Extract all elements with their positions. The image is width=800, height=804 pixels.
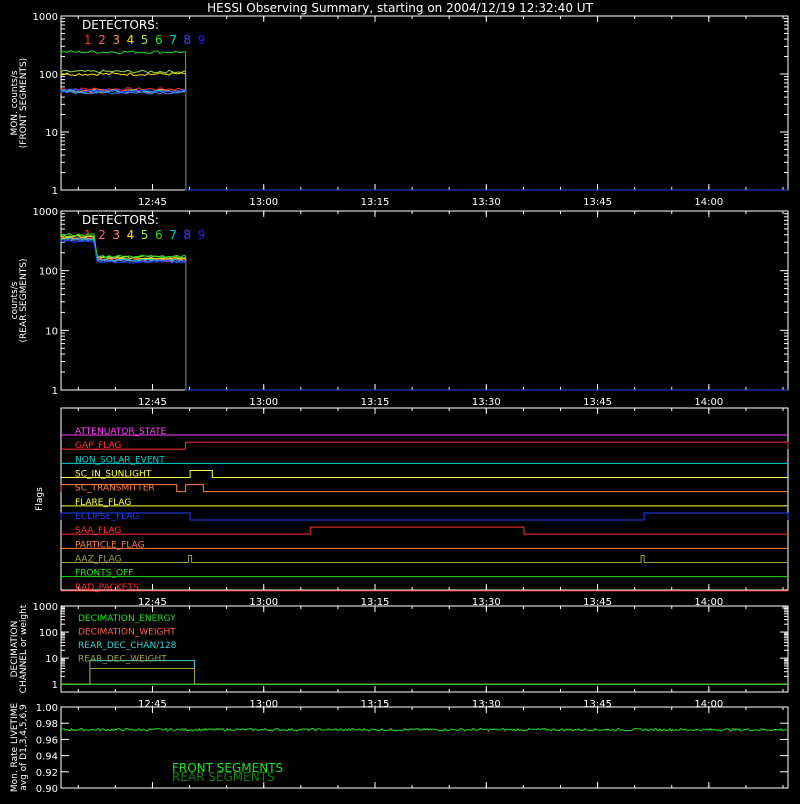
livetime-panel-ytick-label: 0.92: [36, 768, 58, 779]
front-panel-xtick-label: 12:45: [138, 197, 167, 208]
front-series-det-4: [60, 72, 788, 191]
front-panel-detector-number: 1: [84, 33, 92, 47]
rear-series-det-3: [60, 235, 788, 391]
front-series-det-5: [60, 69, 788, 191]
rear-panel-detector-number: 3: [112, 228, 120, 242]
flag-line-sc_transmitter: [60, 484, 788, 493]
flag-line-saa_flag: [61, 526, 788, 535]
rear-panel-detector-number: 7: [169, 228, 177, 242]
livetime-panel-ytick-label: 1.00: [36, 703, 58, 714]
front-panel-detector-number: 2: [98, 33, 106, 47]
decimation-panel-ytick-label: 1: [52, 680, 58, 691]
flag-label-gap_flag: GAP_FLAG: [75, 441, 121, 451]
front-panel-detector-number: 4: [127, 33, 135, 47]
rear-series-det-9: [60, 239, 788, 391]
front-panel-ytick-label: 1000: [33, 12, 58, 23]
front-panel-detectors-label: DETECTORS:: [82, 18, 159, 32]
front-panel-detector-number: 6: [155, 33, 163, 47]
flag-label-sc_transmitter: SC_TRANSMITTER: [75, 484, 155, 494]
front-panel-xtick-label: 13:45: [583, 197, 612, 208]
decimation-panel-ytick-label: 100: [39, 628, 58, 639]
decimation-panel-ytick-label: 10: [45, 654, 58, 665]
rear-panel-xtick-label: 14:00: [694, 397, 723, 408]
flags-panel-ylabel: Flags: [35, 487, 45, 511]
front-series-det-9: [60, 88, 788, 191]
front-series-det-6: [60, 50, 788, 191]
rear-panel-xtick-label: 13:45: [583, 397, 612, 408]
flag-label-eclipse_flag: ECLIPSE_FLAG: [75, 512, 139, 522]
front-panel-ylabel: (FRONT SEGMENTS): [19, 58, 29, 148]
flag-label-aaz_flag: AAZ_FLAG: [75, 555, 122, 565]
front-panel-detector-number: 3: [112, 33, 120, 47]
livetime-legend-rear-segments: REAR SEGMENTS: [172, 770, 275, 784]
rear-panel-xtick-label: 13:15: [361, 397, 390, 408]
flag-line-gap_flag: [61, 441, 789, 450]
flag-line-eclipse_flag: [60, 512, 789, 521]
front-series-det-1: [60, 87, 788, 191]
flag-label-non_solar_event: NON_SOLAR_EVENT: [75, 455, 165, 465]
livetime-panel-frame: [60, 706, 789, 789]
front-panel-xtick-label: 13:30: [472, 197, 501, 208]
decimation-series-rear-dec-chan-128: [61, 660, 788, 685]
front-panel-xtick-label: 13:15: [361, 197, 390, 208]
decimation-legend-decimation-energy: DECIMATION_ENERGY: [78, 614, 176, 624]
flag-line-sc_in_sunlight: [61, 470, 788, 478]
rear-panel-xtick-label: 12:45: [138, 397, 167, 408]
front-panel-ytick-label: 100: [39, 70, 58, 81]
decimation-legend-rear-dec-chan-128: REAR_DEC_CHAN/128: [78, 641, 177, 651]
front-series-det-2: [60, 89, 788, 191]
front-panel-detector-number: 7: [169, 33, 177, 47]
decimation-series-rear-dec-weight: [61, 668, 788, 685]
rear-panel-detector-number: 8: [183, 228, 191, 242]
front-panel-ytick-label: 10: [45, 128, 58, 139]
decimation-legend-rear-dec-weight: REAR_DEC_WEIGHT: [78, 655, 167, 665]
rear-panel-ytick-label: 1000: [33, 207, 58, 218]
livetime-panel-ytick-label: 0.94: [36, 752, 58, 763]
livetime-series-front: [60, 727, 787, 732]
livetime-panel-ylabel: avg of D1,3,4,5,6,9: [19, 704, 29, 791]
front-panel-detector-number: 9: [198, 33, 206, 47]
rear-panel-detector-number: 2: [98, 228, 106, 242]
rear-series-det-4: [60, 234, 788, 391]
front-series-det-7: [60, 89, 788, 191]
front-panel-detector-number: 8: [183, 33, 191, 47]
rear-panel-detector-number: 9: [198, 228, 206, 242]
livetime-panel-ytick-label: 0.98: [36, 719, 58, 730]
front-panel-xtick-label: 14:00: [694, 197, 723, 208]
front-series-det-3: [60, 88, 788, 191]
observing-summary-figure: HESSI Observing Summary, starting on 200…: [0, 0, 800, 800]
front-panel-detector-number: 5: [141, 33, 149, 47]
rear-panel-detector-number: 4: [127, 228, 135, 242]
rear-panel-xtick-label: 13:30: [472, 397, 501, 408]
figure-title: HESSI Observing Summary, starting on 200…: [207, 1, 593, 15]
front-panel-ytick-label: 1: [52, 186, 58, 197]
decimation-legend-decimation-weight: DECIMATION_WEIGHT: [78, 628, 176, 638]
rear-panel-xtick-label: 13:00: [249, 397, 278, 408]
flag-label-flare_flag: FLARE_FLAG: [75, 498, 131, 508]
flag-label-fronts_off: FRONTS_OFF: [75, 569, 133, 579]
rear-panel-detectors-label: DETECTORS:: [82, 213, 159, 227]
decimation-panel-ylabel: CHANNEL or weight: [19, 604, 29, 693]
livetime-panel-ytick-label: 0.96: [36, 735, 58, 746]
decimation-panel-ytick-label: 1000: [33, 602, 58, 613]
livetime-panel-ytick-label: 0.90: [36, 784, 58, 795]
flag-label-bad_packets: BAD_PACKETS: [75, 583, 139, 593]
rear-panel-ytick-label: 10: [45, 326, 58, 337]
rear-panel-ytick-label: 1: [52, 386, 58, 397]
front-panel-xtick-label: 13:00: [249, 197, 278, 208]
flag-label-attenuator_state: ATTENUATOR_STATE: [75, 427, 167, 437]
front-series-det-8: [60, 90, 788, 191]
flag-label-particle_flag: PARTICLE_FLAG: [75, 540, 145, 550]
rear-panel-detector-number: 6: [155, 228, 163, 242]
figure-svg: HESSI Observing Summary, starting on 200…: [10, 1, 789, 795]
flag-label-sc_in_sunlight: SC_IN_SUNLIGHT: [75, 470, 152, 480]
flag-line-aaz_flag: [61, 555, 788, 563]
rear-panel-ytick-label: 100: [39, 267, 58, 278]
rear-panel-detector-number: 5: [141, 228, 149, 242]
flag-label-saa_flag: SAA_FLAG: [75, 526, 121, 536]
rear-panel-ylabel: (REAR SEGMENTS): [19, 258, 29, 342]
